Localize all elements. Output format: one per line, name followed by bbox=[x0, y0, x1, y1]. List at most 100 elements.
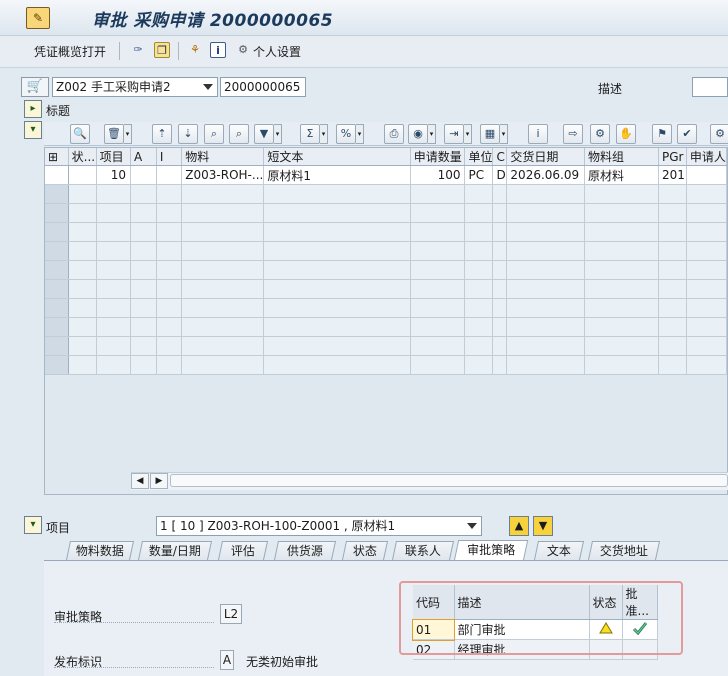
table-cell[interactable] bbox=[156, 260, 183, 280]
table-cell[interactable] bbox=[263, 279, 411, 299]
export-dropdown-icon[interactable]: ▾ bbox=[464, 124, 472, 144]
view-dropdown-icon[interactable]: ▾ bbox=[428, 124, 436, 144]
info-icon[interactable]: i bbox=[210, 42, 226, 58]
column-header[interactable]: A bbox=[130, 148, 157, 166]
table-cell[interactable] bbox=[686, 279, 727, 299]
table-cell[interactable] bbox=[68, 355, 97, 375]
table-cell[interactable] bbox=[464, 317, 494, 337]
filter-icon[interactable]: ▼ bbox=[254, 124, 274, 144]
doc-overview-button[interactable]: 凭证概览打开 bbox=[34, 43, 106, 60]
table-cell[interactable] bbox=[506, 260, 585, 280]
table-cell[interactable] bbox=[96, 279, 132, 299]
org-structure-icon[interactable]: ⚘ bbox=[187, 42, 203, 58]
delete-icon[interactable]: 🗑 bbox=[104, 124, 124, 144]
column-header[interactable]: 申请人 bbox=[686, 148, 727, 166]
previous-item-button[interactable]: ▲ bbox=[509, 516, 529, 536]
find-next-icon[interactable]: ⌕ bbox=[229, 124, 249, 144]
table-cell[interactable] bbox=[130, 317, 157, 337]
table-row[interactable] bbox=[45, 241, 727, 261]
sum-icon[interactable]: Σ bbox=[300, 124, 320, 144]
table-row[interactable] bbox=[45, 336, 727, 356]
table-cell[interactable]: 原材料1 bbox=[263, 165, 411, 185]
table-cell[interactable] bbox=[96, 241, 132, 261]
check-document-icon[interactable]: ✔ bbox=[677, 124, 697, 144]
table-cell[interactable]: D bbox=[492, 165, 508, 185]
personal-settings-icon[interactable]: ⚙ bbox=[235, 42, 251, 58]
table-cell[interactable] bbox=[130, 336, 157, 356]
filter-dropdown-icon[interactable]: ▾ bbox=[274, 124, 282, 144]
table-cell[interactable] bbox=[68, 165, 97, 185]
delete-dropdown-icon[interactable]: ▾ bbox=[124, 124, 132, 144]
row-selector[interactable] bbox=[45, 336, 69, 356]
table-row[interactable] bbox=[45, 298, 727, 318]
sum-dropdown-icon[interactable]: ▾ bbox=[320, 124, 328, 144]
table-cell[interactable] bbox=[506, 336, 585, 356]
table-cell[interactable] bbox=[96, 222, 132, 242]
table-cell[interactable] bbox=[130, 184, 157, 204]
table-cell[interactable] bbox=[464, 279, 494, 299]
table-cell[interactable] bbox=[658, 317, 687, 337]
table-cell[interactable] bbox=[181, 184, 265, 204]
table-cell[interactable] bbox=[68, 298, 97, 318]
table-cell[interactable]: 原材料 bbox=[584, 165, 660, 185]
subtotal-dropdown-icon[interactable]: ▾ bbox=[356, 124, 364, 144]
table-cell[interactable] bbox=[658, 279, 687, 299]
table-cell[interactable]: 10 bbox=[96, 165, 132, 185]
table-cell[interactable] bbox=[492, 279, 508, 299]
table-row[interactable] bbox=[45, 260, 727, 280]
table-cell[interactable] bbox=[181, 279, 265, 299]
table-cell[interactable] bbox=[584, 260, 660, 280]
table-cell[interactable] bbox=[492, 184, 508, 204]
table-cell[interactable] bbox=[464, 222, 494, 242]
table-cell[interactable] bbox=[464, 241, 494, 261]
flag-icon[interactable]: ⚑ bbox=[652, 124, 672, 144]
table-cell[interactable] bbox=[130, 203, 157, 223]
table-row[interactable] bbox=[45, 279, 727, 299]
table-cell[interactable] bbox=[181, 222, 265, 242]
table-cell[interactable] bbox=[584, 298, 660, 318]
table-cell[interactable] bbox=[410, 279, 466, 299]
tab-4[interactable]: 状态 bbox=[341, 541, 389, 560]
column-header[interactable]: 交货日期 bbox=[506, 148, 585, 166]
column-header[interactable]: 状... bbox=[68, 148, 97, 166]
personal-settings-button[interactable]: 个人设置 bbox=[253, 43, 301, 60]
table-cell[interactable] bbox=[492, 298, 508, 318]
table-cell[interactable] bbox=[464, 184, 494, 204]
table-row[interactable] bbox=[45, 317, 727, 337]
table-cell[interactable] bbox=[263, 241, 411, 261]
table-row[interactable] bbox=[45, 355, 727, 375]
row-selector[interactable] bbox=[45, 260, 69, 280]
table-cell[interactable] bbox=[584, 336, 660, 356]
table-cell[interactable] bbox=[658, 336, 687, 356]
tab-1[interactable]: 数量/日期 bbox=[137, 541, 213, 560]
subtotal-icon[interactable]: % bbox=[336, 124, 356, 144]
column-header[interactable]: PGr bbox=[658, 148, 687, 166]
table-cell[interactable] bbox=[584, 184, 660, 204]
table-cell[interactable]: 100 bbox=[410, 165, 466, 185]
table-cell[interactable] bbox=[506, 317, 585, 337]
table-cell[interactable] bbox=[263, 260, 411, 280]
table-cell[interactable] bbox=[410, 260, 466, 280]
table-cell[interactable] bbox=[492, 336, 508, 356]
table-cell[interactable] bbox=[464, 336, 494, 356]
row-selector[interactable] bbox=[45, 355, 69, 375]
table-cell[interactable] bbox=[263, 355, 411, 375]
row-selector[interactable] bbox=[45, 317, 69, 337]
row-selector[interactable] bbox=[45, 184, 69, 204]
table-cell[interactable] bbox=[156, 298, 183, 318]
table-cell[interactable] bbox=[584, 222, 660, 242]
sort-ascending-icon[interactable]: ⇡ bbox=[152, 124, 172, 144]
table-cell[interactable] bbox=[492, 241, 508, 261]
table-cell[interactable] bbox=[506, 222, 585, 242]
row-selector[interactable] bbox=[45, 241, 69, 261]
print-icon[interactable]: ⎙ bbox=[384, 124, 404, 144]
table-cell[interactable] bbox=[410, 203, 466, 223]
shopping-cart-icon[interactable]: 🛒 bbox=[21, 77, 49, 97]
table-cell[interactable] bbox=[410, 355, 466, 375]
copy-item-icon[interactable]: ⇨ bbox=[563, 124, 583, 144]
table-cell[interactable] bbox=[263, 222, 411, 242]
table-cell[interactable] bbox=[492, 317, 508, 337]
table-cell[interactable] bbox=[658, 241, 687, 261]
view-icon[interactable]: ◉ bbox=[408, 124, 428, 144]
table-cell[interactable] bbox=[686, 317, 727, 337]
